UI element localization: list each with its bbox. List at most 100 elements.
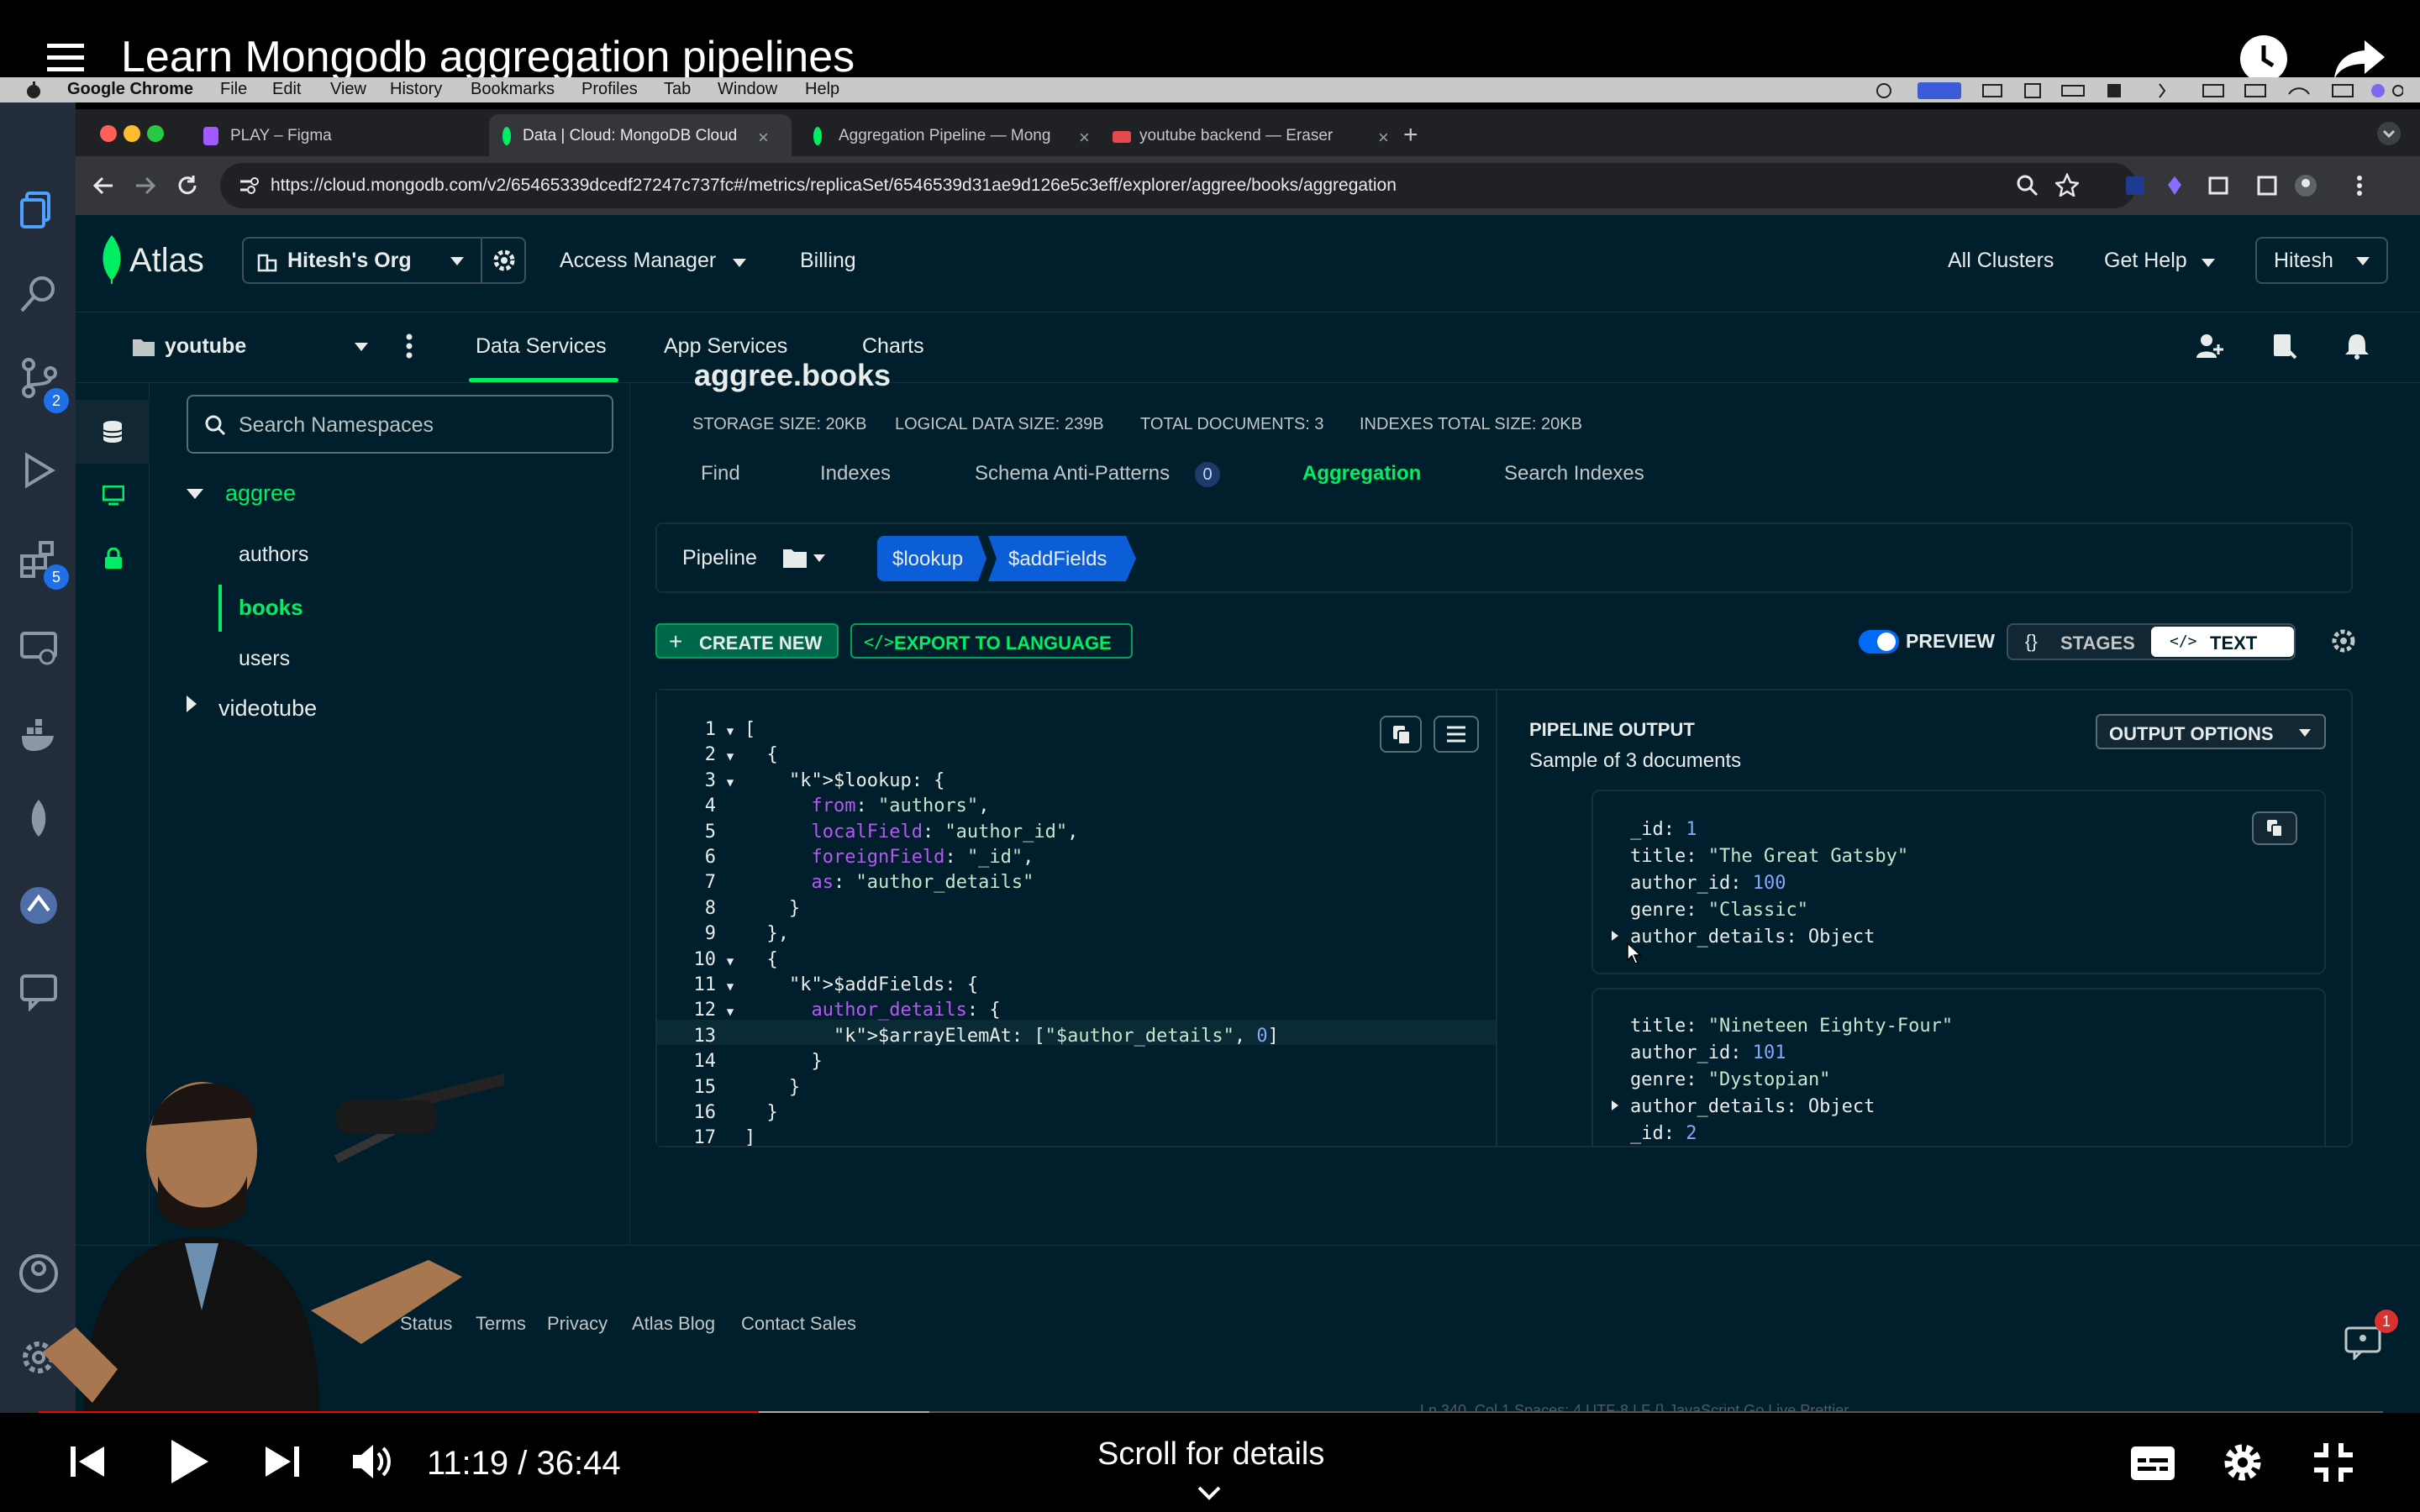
subnav-data-services[interactable]: Data Services xyxy=(476,334,607,359)
menu-edit[interactable]: Edit xyxy=(272,80,301,99)
code-line[interactable]: 1 ▼[ xyxy=(682,717,756,744)
code-editor[interactable]: 1 ▼[2 ▼ {3 ▼ "k">$lookup: {4 from: "authors… xyxy=(657,690,1497,1148)
org-selector[interactable]: Hitesh's Org xyxy=(242,237,526,284)
fold-caret-icon[interactable]: ▼ xyxy=(716,949,744,974)
chat-support-icon[interactable] xyxy=(2344,1326,2381,1360)
project-selector[interactable]: youtube xyxy=(165,334,246,359)
stage-chip-lookup[interactable]: $lookup xyxy=(877,536,986,581)
expand-caret-icon[interactable] xyxy=(1612,931,1618,941)
menu-app-name[interactable]: Google Chrome xyxy=(67,80,193,99)
close-tab-icon[interactable]: × xyxy=(1378,127,1389,149)
reload-icon[interactable] xyxy=(176,175,198,197)
user-menu[interactable]: Hitesh xyxy=(2255,237,2388,284)
menu-help[interactable]: Help xyxy=(805,80,839,99)
atlas-brand[interactable]: Atlas xyxy=(129,242,204,280)
mongodb-leaf-icon[interactable] xyxy=(18,798,59,838)
format-icon[interactable] xyxy=(1434,716,1479,753)
folder-icon[interactable] xyxy=(783,548,807,568)
close-tab-icon[interactable]: × xyxy=(1079,127,1090,149)
copy-icon[interactable] xyxy=(1380,716,1422,753)
previous-icon[interactable] xyxy=(69,1443,106,1480)
menu-view[interactable]: View xyxy=(330,80,366,99)
code-line[interactable]: 8 } xyxy=(682,896,800,921)
collection-users[interactable]: users xyxy=(239,647,290,671)
code-line[interactable]: 5 localField: "author_id", xyxy=(682,820,1079,845)
tab-search-indexes[interactable]: Search Indexes xyxy=(1504,462,1644,486)
output-document[interactable]: title: "Nineteen Eighty-Four" author_id:… xyxy=(1591,988,2326,1146)
menu-file[interactable]: File xyxy=(220,80,247,99)
bookmark-star-icon[interactable] xyxy=(2055,173,2079,197)
code-line[interactable]: 4 from: "authors", xyxy=(682,794,990,819)
monitor-icon[interactable] xyxy=(103,486,124,506)
invite-user-icon[interactable] xyxy=(2196,333,2223,360)
url-field[interactable]: https://cloud.mongodb.com/v2/65465339dce… xyxy=(220,163,2136,208)
extension-icons[interactable] xyxy=(2126,173,2412,198)
explorer-icon[interactable] xyxy=(18,190,59,230)
text-mode-button[interactable]: </> TEXT xyxy=(2151,627,2294,657)
menu-bookmarks[interactable]: Bookmarks xyxy=(471,80,555,99)
site-info-icon[interactable] xyxy=(239,176,259,195)
code-line[interactable]: 16 } xyxy=(682,1100,778,1126)
settings-gear-icon[interactable] xyxy=(2222,1441,2264,1483)
forward-icon[interactable] xyxy=(134,175,156,197)
caret-down-icon[interactable] xyxy=(187,489,203,499)
tab-eraser[interactable]: youtube backend — Eraser × xyxy=(1101,114,1403,156)
tab-indexes[interactable]: Indexes xyxy=(820,462,891,486)
code-line[interactable]: 11 ▼ "k">$addFields: { xyxy=(682,973,979,1000)
subnav-app-services[interactable]: App Services xyxy=(664,334,787,359)
expand-caret-icon[interactable] xyxy=(1612,1100,1618,1110)
code-line[interactable]: 17] xyxy=(682,1126,756,1151)
db-aggree[interactable]: aggree xyxy=(225,480,296,507)
scroll-hint[interactable]: Scroll for details xyxy=(1097,1436,1324,1473)
code-line[interactable]: 6 foreignField: "_id", xyxy=(682,845,1034,870)
org-settings-gear-icon[interactable] xyxy=(492,249,516,272)
code-line[interactable]: 10 ▼ { xyxy=(682,948,778,974)
url-text[interactable]: https://cloud.mongodb.com/v2/65465339dce… xyxy=(271,176,1397,196)
caret-down-icon[interactable] xyxy=(813,554,825,562)
menu-profiles[interactable]: Profiles xyxy=(581,80,638,99)
comments-icon[interactable] xyxy=(18,971,59,1011)
get-help-menu[interactable]: Get Help xyxy=(2104,249,2187,273)
search-namespaces-input[interactable]: Search Namespaces xyxy=(187,395,613,454)
code-line[interactable]: 15 } xyxy=(682,1075,801,1100)
code-line[interactable]: 12 ▼ author_details: { xyxy=(682,998,1001,1025)
live-share-icon[interactable] xyxy=(18,885,59,926)
code-line[interactable]: 9 }, xyxy=(682,921,789,947)
fold-caret-icon[interactable]: ▼ xyxy=(716,719,744,744)
caret-right-icon[interactable] xyxy=(187,696,197,712)
code-line[interactable]: 14 } xyxy=(682,1049,823,1074)
output-options-button[interactable]: OUTPUT OPTIONS xyxy=(2096,714,2326,749)
notifications-bell-icon[interactable] xyxy=(2344,333,2370,360)
nested-object-field[interactable]: author_details: Object xyxy=(1630,1094,1875,1121)
fold-caret-icon[interactable]: ▼ xyxy=(716,770,744,795)
tab-find[interactable]: Find xyxy=(701,462,740,486)
remote-explorer-icon[interactable] xyxy=(18,628,59,669)
code-line[interactable]: 7 as: "author_details" xyxy=(682,870,1034,895)
fold-caret-icon[interactable]: ▼ xyxy=(716,974,744,1000)
menu-icon[interactable] xyxy=(47,42,84,72)
volume-icon[interactable] xyxy=(351,1443,393,1480)
atlas-leaf-logo-icon[interactable] xyxy=(101,235,123,284)
subnav-charts[interactable]: Charts xyxy=(862,334,924,359)
export-to-language-button[interactable]: </> EXPORT TO LANGUAGE xyxy=(850,623,1133,659)
docker-icon[interactable] xyxy=(18,716,59,756)
exit-fullscreen-icon[interactable] xyxy=(2314,1443,2353,1482)
window-controls[interactable] xyxy=(99,124,166,143)
footer-link-atlas-blog[interactable]: Atlas Blog xyxy=(632,1313,715,1335)
nested-object-field[interactable]: author_details: Object xyxy=(1630,924,1875,951)
menu-history[interactable]: History xyxy=(390,80,442,99)
create-new-button[interactable]: + CREATE NEW xyxy=(655,623,839,659)
tab-search-chevron-icon[interactable] xyxy=(2376,121,2402,146)
new-tab-button[interactable]: + xyxy=(1398,114,1432,156)
close-tab-icon[interactable]: × xyxy=(758,127,769,149)
footer-link-contact-sales[interactable]: Contact Sales xyxy=(741,1313,856,1335)
tab-aggregation[interactable]: Aggregation xyxy=(1302,462,1421,486)
db-videotube[interactable]: videotube xyxy=(218,696,317,722)
billing-link[interactable]: Billing xyxy=(800,249,856,273)
collection-authors[interactable]: authors xyxy=(239,543,308,567)
caret-down-icon[interactable] xyxy=(355,343,368,351)
stages-mode-button[interactable]: {} STAGES xyxy=(2008,625,2149,659)
fold-caret-icon[interactable]: ▼ xyxy=(716,744,744,769)
lock-icon[interactable] xyxy=(104,548,123,570)
video-title[interactable]: Learn Mongodb aggregation pipelines xyxy=(121,32,855,82)
